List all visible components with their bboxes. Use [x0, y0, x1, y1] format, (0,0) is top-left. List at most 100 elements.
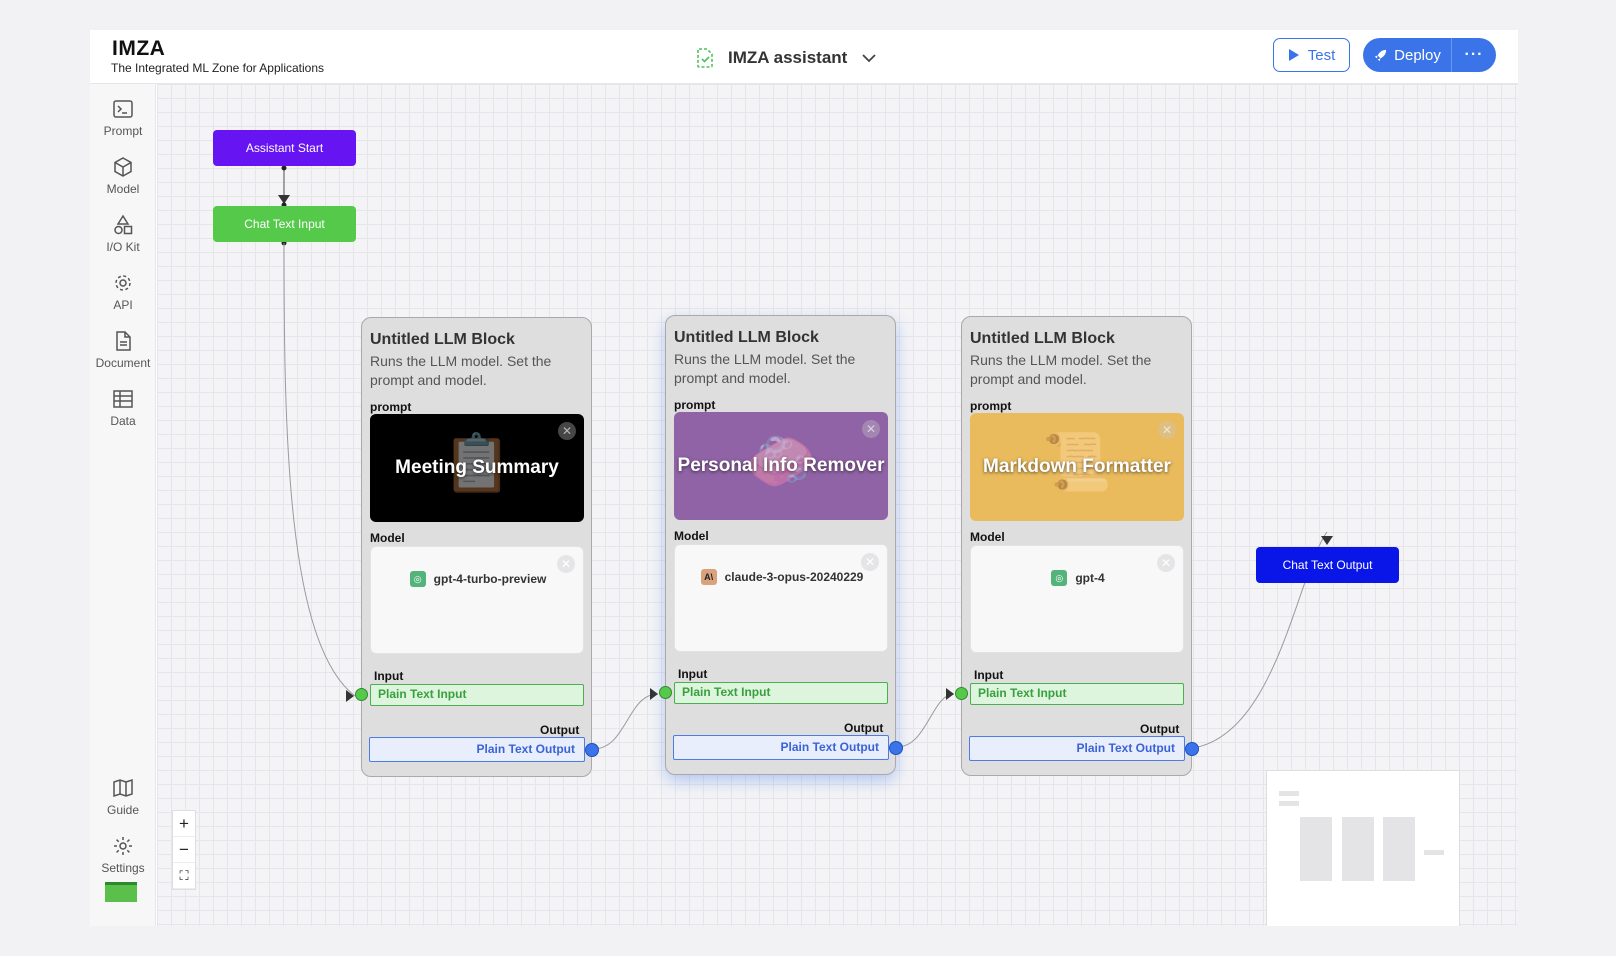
- anthropic-icon: A\: [700, 569, 717, 585]
- llm-block-description: Runs the LLM model. Set the prompt and m…: [674, 351, 856, 386]
- test-label: Test: [1307, 46, 1336, 64]
- prompt-card-personal-info-remover[interactable]: 🧼 Personal Info Remover ✕: [674, 412, 888, 520]
- remove-model-close-icon[interactable]: ✕: [557, 555, 575, 573]
- model-section-label: Model: [674, 529, 709, 543]
- sidebar-item-io-kit[interactable]: I/O Kit: [90, 214, 156, 268]
- edge-arrow-head: [946, 688, 954, 700]
- llm-block-description: Runs the LLM model. Set the prompt and m…: [970, 352, 1152, 387]
- model-card[interactable]: ◎ gpt-4 ✕: [970, 545, 1184, 653]
- minimap-node: [1300, 817, 1332, 881]
- input-section-label: Input: [974, 668, 1004, 682]
- sidebar-label-model: Model: [106, 182, 140, 196]
- document-check-icon: [697, 48, 713, 68]
- play-icon: [1288, 49, 1299, 61]
- sidebar-label-data: Data: [110, 414, 136, 428]
- assistant-name: IMZA assistant: [728, 48, 848, 67]
- llm-block-2[interactable]: Untitled LLM Block Runs the LLM model. S…: [659, 315, 903, 775]
- prompt-name: Personal Info Remover: [677, 455, 885, 476]
- settings-icon: [114, 837, 132, 855]
- terminal-icon: [113, 100, 133, 118]
- prompt-section-label: prompt: [970, 399, 1012, 413]
- deploy-group: Deploy ···: [1363, 38, 1496, 72]
- sidebar-item-guide[interactable]: Guide: [90, 777, 156, 831]
- output-handle[interactable]: [1185, 742, 1199, 756]
- chat-text-input-node[interactable]: Chat Text Input: [213, 206, 356, 242]
- output-section-label: Output: [1140, 722, 1180, 736]
- prompt-card-meeting-summary[interactable]: 📋 Meeting Summary ✕: [370, 414, 584, 522]
- input-port[interactable]: Plain Text Input: [370, 684, 584, 706]
- openai-icon: ◎: [409, 571, 426, 587]
- remove-prompt-close-icon[interactable]: ✕: [558, 422, 576, 440]
- edge-handle: [281, 165, 287, 171]
- input-section-label: Input: [678, 667, 708, 681]
- output-section-label: Output: [844, 721, 884, 735]
- brand-subtitle: The Integrated ML Zone for Applications: [111, 61, 325, 75]
- model-row: ◎ gpt-4-turbo-preview: [371, 571, 585, 587]
- sidebar-label-api: API: [113, 298, 133, 312]
- chat-text-output-node[interactable]: Chat Text Output: [1256, 547, 1399, 583]
- sidebar-item-settings[interactable]: Settings: [90, 835, 156, 889]
- model-card[interactable]: A\ claude-3-opus-20240229 ✕: [674, 544, 888, 652]
- llm-block-1[interactable]: Untitled LLM Block Runs the LLM model. S…: [355, 317, 599, 777]
- sidebar-item-data[interactable]: Data: [90, 388, 156, 442]
- user-avatar[interactable]: [105, 882, 137, 902]
- deploy-label: Deploy: [1394, 46, 1441, 64]
- model-card[interactable]: ◎ gpt-4-turbo-preview ✕: [370, 546, 584, 654]
- output-handle[interactable]: [585, 743, 599, 757]
- remove-model-close-icon[interactable]: ✕: [1157, 554, 1175, 572]
- sidebar-item-model[interactable]: Model: [90, 156, 156, 210]
- sidebar-label-settings: Settings: [101, 861, 145, 875]
- prompt-name: Markdown Formatter: [983, 456, 1171, 477]
- remove-prompt-close-icon[interactable]: ✕: [1158, 421, 1176, 439]
- sidebar-label-document: Document: [95, 356, 151, 370]
- zoom-out-button[interactable]: −: [173, 837, 195, 863]
- model-row: ◎ gpt-4: [971, 570, 1185, 586]
- model-name: claude-3-opus-20240229: [724, 570, 864, 584]
- rocket-icon: [1375, 49, 1387, 61]
- sidebar-label-guide: Guide: [106, 803, 140, 817]
- prompt-card-markdown-formatter[interactable]: 📜 Markdown Formatter ✕: [970, 413, 1184, 521]
- model-section-label: Model: [370, 531, 405, 545]
- output-section-label: Output: [540, 723, 580, 737]
- brand-title: IMZA: [112, 37, 166, 60]
- zoom-controls: + − ⛶: [172, 810, 196, 890]
- assistant-start-node[interactable]: Assistant Start: [213, 130, 356, 166]
- input-handle[interactable]: [355, 688, 368, 701]
- deploy-button[interactable]: Deploy: [1363, 38, 1451, 72]
- assistant-selector[interactable]: IMZA assistant: [696, 42, 877, 74]
- top-header: IMZA The Integrated ML Zone for Applicat…: [90, 30, 1518, 84]
- remove-model-close-icon[interactable]: ✕: [861, 553, 879, 571]
- output-port[interactable]: Plain Text Output: [673, 735, 889, 760]
- llm-block-title: Untitled LLM Block: [370, 331, 515, 348]
- app-window: IMZA The Integrated ML Zone for Applicat…: [90, 30, 1518, 926]
- fit-view-button[interactable]: ⛶: [173, 863, 195, 889]
- map-icon: [113, 778, 133, 798]
- document-icon: [116, 331, 131, 351]
- sidebar-item-api[interactable]: API: [90, 272, 156, 326]
- input-handle[interactable]: [955, 687, 968, 700]
- edge-block-2-to-3: [896, 693, 955, 748]
- table-icon: [113, 390, 133, 408]
- minimap-node: [1279, 801, 1299, 806]
- sidebar-item-prompt[interactable]: Prompt: [90, 98, 156, 152]
- more-options-button[interactable]: ···: [1451, 38, 1496, 72]
- model-section-label: Model: [970, 530, 1005, 544]
- sidebar-item-document[interactable]: Document: [90, 330, 156, 384]
- flow-canvas[interactable]: Assistant Start Chat Text Input Chat Tex…: [157, 84, 1518, 926]
- output-handle[interactable]: [889, 741, 903, 755]
- left-sidebar: Prompt Model I/O Kit API Document Data G…: [90, 84, 156, 926]
- minimap[interactable]: [1266, 770, 1460, 926]
- input-handle[interactable]: [659, 686, 672, 699]
- input-port[interactable]: Plain Text Input: [970, 683, 1184, 705]
- zoom-in-button[interactable]: +: [173, 811, 195, 837]
- test-button[interactable]: Test: [1273, 38, 1350, 72]
- remove-prompt-close-icon[interactable]: ✕: [862, 420, 880, 438]
- edge-input-to-block-1: [283, 242, 356, 697]
- llm-block-3[interactable]: Untitled LLM Block Runs the LLM model. S…: [955, 316, 1199, 776]
- edge-block-1-to-2: [592, 693, 659, 750]
- output-port[interactable]: Plain Text Output: [969, 736, 1185, 761]
- prompt-section-label: prompt: [674, 398, 716, 412]
- output-port[interactable]: Plain Text Output: [369, 737, 585, 762]
- input-port[interactable]: Plain Text Input: [674, 682, 888, 704]
- cube-icon: [114, 157, 132, 177]
